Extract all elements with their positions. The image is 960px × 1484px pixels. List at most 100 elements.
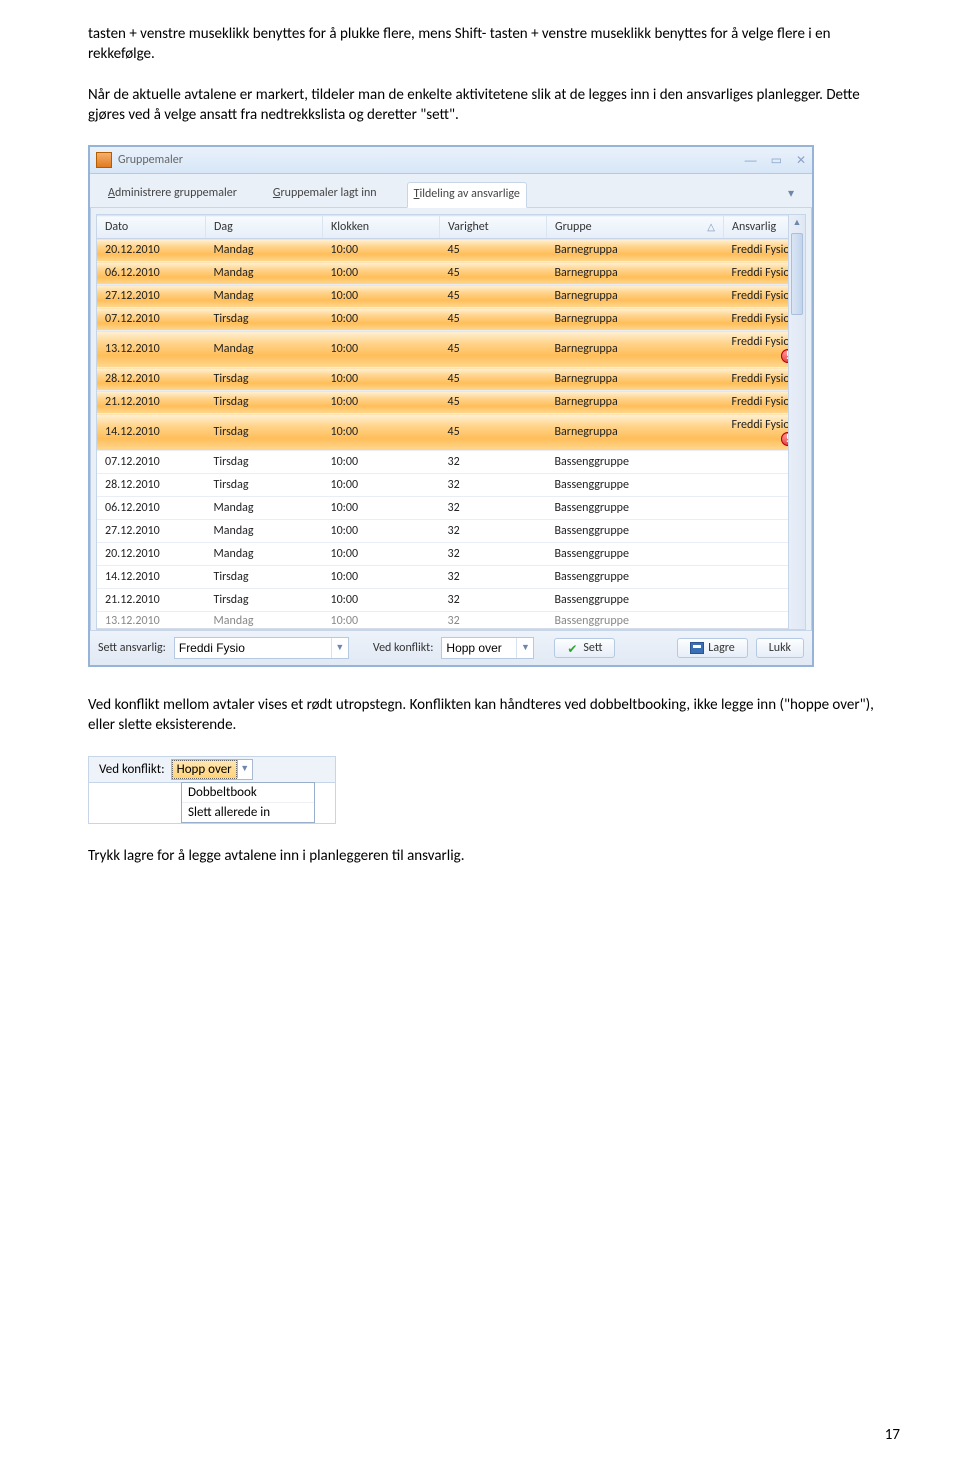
cell: Mandag bbox=[206, 520, 323, 543]
cell: 07.12.2010 bbox=[97, 308, 206, 331]
col-gruppe[interactable]: Gruppe△ bbox=[547, 216, 724, 239]
cell: Mandag bbox=[206, 331, 323, 368]
chevron-down-icon[interactable]: ▼ bbox=[516, 638, 533, 658]
chevron-down-icon[interactable]: ▼ bbox=[237, 760, 252, 778]
lagre-button[interactable]: Lagre bbox=[677, 638, 747, 658]
cell: 10:00 bbox=[323, 520, 440, 543]
table-row[interactable]: 28.12.2010Tirsdag10:0045BarnegruppaFredd… bbox=[97, 368, 805, 391]
table-row[interactable]: 27.12.2010Mandag10:0032Bassenggruppe bbox=[97, 520, 805, 543]
tabs-overflow-icon[interactable]: ▾ bbox=[782, 182, 800, 207]
cell: 14.12.2010 bbox=[97, 414, 206, 451]
cell: 07.12.2010 bbox=[97, 451, 206, 474]
table-row[interactable]: 14.12.2010Tirsdag10:0045BarnegruppaFredd… bbox=[97, 414, 805, 451]
cell: Bassenggruppe bbox=[547, 451, 724, 474]
close-icon[interactable]: ✕ bbox=[796, 153, 806, 167]
cell: Tirsdag bbox=[206, 566, 323, 589]
cell: Tirsdag bbox=[206, 589, 323, 612]
tab-tildeling[interactable]: Tildeling av ansvarlige bbox=[407, 182, 527, 208]
table-row[interactable]: 13.12.2010Mandag10:0045BarnegruppaFreddi… bbox=[97, 331, 805, 368]
table-row[interactable]: 07.12.2010Tirsdag10:0032Bassenggruppe bbox=[97, 451, 805, 474]
conflict-dropdown-screenshot: Ved konflikt: Hopp over ▼ Dobbeltbook Sl… bbox=[88, 756, 336, 824]
cell: Tirsdag bbox=[206, 308, 323, 331]
table-row[interactable]: 28.12.2010Tirsdag10:0032Bassenggruppe bbox=[97, 474, 805, 497]
cell: Barnegruppa bbox=[547, 239, 724, 262]
gruppemaler-window: Gruppemaler — ▭ ✕ Administrere gruppemal… bbox=[88, 145, 814, 667]
conflict-combo[interactable]: ▼ bbox=[441, 637, 534, 659]
cell: Barnegruppa bbox=[547, 368, 724, 391]
col-klokken[interactable]: Klokken bbox=[323, 216, 440, 239]
table-row[interactable]: 14.12.2010Tirsdag10:0032Bassenggruppe bbox=[97, 566, 805, 589]
responsible-input[interactable] bbox=[175, 639, 331, 657]
conflict-input[interactable] bbox=[442, 639, 516, 657]
tab-lagt-inn[interactable]: Gruppemaler lagt inn bbox=[267, 182, 383, 207]
table-row[interactable]: 21.12.2010Tirsdag10:0045BarnegruppaFredd… bbox=[97, 391, 805, 414]
cell: Tirsdag bbox=[206, 451, 323, 474]
paragraph-3: Ved konflikt mellom avtaler vises et rød… bbox=[88, 695, 900, 736]
cell: 45 bbox=[440, 414, 547, 451]
cell: 10:00 bbox=[323, 368, 440, 391]
cell: Bassenggruppe bbox=[547, 543, 724, 566]
cell: Bassenggruppe bbox=[547, 474, 724, 497]
lukk-button[interactable]: Lukk bbox=[756, 638, 804, 658]
cell: 32 bbox=[440, 566, 547, 589]
label-sett-ansvarlig: Sett ansvarlig: bbox=[98, 641, 166, 655]
cell: 10:00 bbox=[323, 566, 440, 589]
scroll-thumb[interactable] bbox=[791, 233, 803, 315]
vertical-scrollbar[interactable]: ▲ bbox=[788, 215, 805, 629]
cell: 45 bbox=[440, 262, 547, 285]
cell: 10:00 bbox=[323, 331, 440, 368]
responsible-combo[interactable]: ▼ bbox=[174, 637, 349, 659]
cell: 06.12.2010 bbox=[97, 497, 206, 520]
table-row[interactable]: 06.12.2010Mandag10:0045BarnegruppaFreddi… bbox=[97, 262, 805, 285]
col-varighet[interactable]: Varighet bbox=[440, 216, 547, 239]
paragraph-1: tasten + venstre museklikk benyttes for … bbox=[88, 24, 900, 65]
cell: 06.12.2010 bbox=[97, 262, 206, 285]
cell: Bassenggruppe bbox=[547, 566, 724, 589]
table-row[interactable]: 21.12.2010Tirsdag10:0032Bassenggruppe bbox=[97, 589, 805, 612]
option-slett[interactable]: Slett allerede in bbox=[182, 802, 314, 822]
cell: 21.12.2010 bbox=[97, 391, 206, 414]
chevron-down-icon[interactable]: ▼ bbox=[331, 638, 348, 658]
cell: 32 bbox=[440, 543, 547, 566]
cell: 13.12.2010 bbox=[97, 612, 206, 629]
table-row[interactable]: 27.12.2010Mandag10:0045BarnegruppaFreddi… bbox=[97, 285, 805, 308]
option-dobbeltbook[interactable]: Dobbeltbook bbox=[182, 783, 314, 802]
cell: 45 bbox=[440, 331, 547, 368]
cell: 10:00 bbox=[323, 414, 440, 451]
cell: Barnegruppa bbox=[547, 391, 724, 414]
cell: 32 bbox=[440, 612, 547, 629]
maximize-icon[interactable]: ▭ bbox=[771, 153, 782, 167]
tab-administrere[interactable]: Administrere gruppemaler bbox=[102, 182, 243, 207]
save-icon bbox=[690, 642, 704, 654]
table-row[interactable]: 06.12.2010Mandag10:0032Bassenggruppe bbox=[97, 497, 805, 520]
cell: Tirsdag bbox=[206, 474, 323, 497]
cell: 28.12.2010 bbox=[97, 368, 206, 391]
table-row[interactable]: 20.12.2010Mandag10:0045BarnegruppaFreddi… bbox=[97, 239, 805, 262]
cell: 32 bbox=[440, 474, 547, 497]
cell: Mandag bbox=[206, 543, 323, 566]
table-row[interactable]: 13.12.2010Mandag10:0032Bassenggruppe bbox=[97, 612, 805, 629]
cell: 27.12.2010 bbox=[97, 520, 206, 543]
cell: 27.12.2010 bbox=[97, 285, 206, 308]
table-row[interactable]: 07.12.2010Tirsdag10:0045BarnegruppaFredd… bbox=[97, 308, 805, 331]
page-number: 17 bbox=[88, 1426, 900, 1444]
table-row[interactable]: 20.12.2010Mandag10:0032Bassenggruppe bbox=[97, 543, 805, 566]
cell: Bassenggruppe bbox=[547, 612, 724, 629]
small-combo[interactable]: Hopp over ▼ bbox=[171, 759, 253, 780]
grid-header-row: Dato Dag Klokken Varighet Gruppe△ Ansvar… bbox=[97, 216, 805, 239]
cell: Tirsdag bbox=[206, 391, 323, 414]
cell: 32 bbox=[440, 451, 547, 474]
scroll-up-icon[interactable]: ▲ bbox=[789, 215, 805, 231]
col-dato[interactable]: Dato bbox=[97, 216, 206, 239]
small-options: Dobbeltbook Slett allerede in bbox=[181, 782, 315, 823]
minimize-icon[interactable]: — bbox=[745, 153, 757, 167]
activities-grid[interactable]: Dato Dag Klokken Varighet Gruppe△ Ansvar… bbox=[97, 215, 805, 629]
small-selected: Hopp over bbox=[172, 760, 237, 779]
grid-container: Dato Dag Klokken Varighet Gruppe△ Ansvar… bbox=[96, 214, 806, 630]
cell: 10:00 bbox=[323, 474, 440, 497]
sett-button[interactable]: Sett bbox=[554, 638, 615, 658]
cell: Barnegruppa bbox=[547, 331, 724, 368]
cell: 10:00 bbox=[323, 285, 440, 308]
cell: 28.12.2010 bbox=[97, 474, 206, 497]
col-dag[interactable]: Dag bbox=[206, 216, 323, 239]
